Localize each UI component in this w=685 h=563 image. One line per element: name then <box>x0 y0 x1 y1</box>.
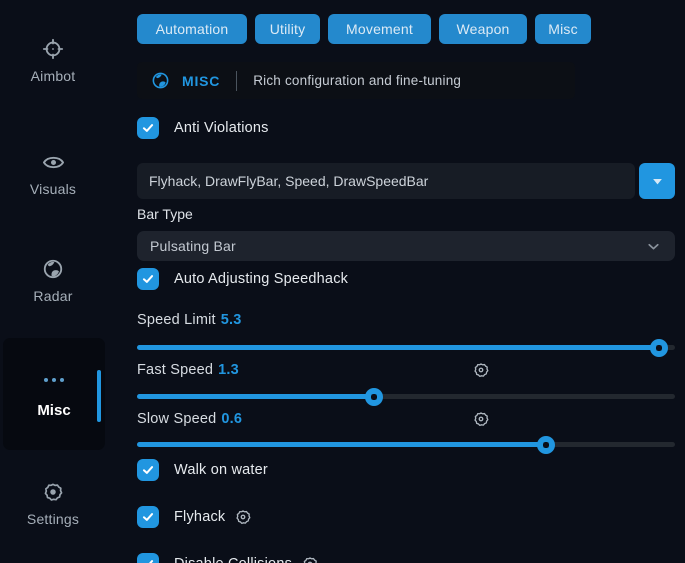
eye-icon <box>41 150 65 174</box>
tab-misc[interactable]: Misc <box>535 14 591 44</box>
bar-type-value: Pulsating Bar <box>150 238 236 254</box>
tab-automation[interactable]: Automation <box>137 14 247 44</box>
globe-icon <box>41 257 65 281</box>
gear-icon <box>41 480 65 504</box>
tab-bar: Automation Utility Movement Weapon Misc <box>137 14 591 44</box>
gear-icon[interactable] <box>235 509 251 525</box>
slow-speed-slider[interactable] <box>137 442 675 447</box>
app-window: Aimbot Visuals Radar <box>0 0 685 563</box>
checkbox-label: Walk on water <box>174 462 268 478</box>
slider-knob[interactable] <box>365 388 383 406</box>
chevron-down-icon <box>645 238 662 255</box>
checkbox-checked-icon[interactable] <box>137 506 159 528</box>
tab-utility[interactable]: Utility <box>255 14 320 44</box>
checkbox-walk-on-water[interactable]: Walk on water <box>137 459 268 481</box>
speed-limit-slider[interactable] <box>137 345 675 350</box>
content-panel: Automation Utility Movement Weapon Misc … <box>137 0 675 563</box>
gear-icon[interactable] <box>473 362 489 378</box>
fast-speed-label: Fast Speed1.3 <box>137 362 239 378</box>
checkbox-checked-icon[interactable] <box>137 553 159 563</box>
speed-limit-value: 5.3 <box>221 312 242 328</box>
multiselect-field[interactable]: Flyhack, DrawFlyBar, Speed, DrawSpeedBar <box>137 163 635 199</box>
crosshair-icon <box>41 37 65 61</box>
sidebar-item-label: Visuals <box>30 181 76 197</box>
sidebar-item-aimbot[interactable]: Aimbot <box>0 37 106 84</box>
checkbox-disable-collisions[interactable]: Disable Collisions <box>137 553 318 563</box>
divider <box>236 71 237 91</box>
ellipsis-icon <box>42 368 66 392</box>
triangle-down-icon <box>650 174 665 189</box>
section-title: MISC <box>182 73 220 89</box>
sidebar: Aimbot Visuals Radar <box>0 0 130 563</box>
sidebar-item-label: Radar <box>33 288 72 304</box>
globe-icon <box>151 71 170 90</box>
fast-speed-value: 1.3 <box>218 362 239 378</box>
sidebar-item-settings[interactable]: Settings <box>0 480 106 527</box>
speed-limit-label: Speed Limit5.3 <box>137 312 242 328</box>
bar-type-label: Bar Type <box>137 206 193 222</box>
slider-fill <box>137 442 546 447</box>
sidebar-item-misc[interactable]: Misc <box>3 338 105 450</box>
flag-multiselect: Flyhack, DrawFlyBar, Speed, DrawSpeedBar <box>137 163 675 199</box>
checkbox-label: Flyhack <box>174 509 225 525</box>
section-header: MISC Rich configuration and fine-tuning <box>137 62 575 99</box>
section-subtitle: Rich configuration and fine-tuning <box>253 73 461 88</box>
slider-knob[interactable] <box>537 436 555 454</box>
slider-fill <box>137 345 659 350</box>
sidebar-item-label: Settings <box>27 511 79 527</box>
checkbox-label: Disable Collisions <box>174 556 292 563</box>
multiselect-dropdown-button[interactable] <box>639 163 675 199</box>
checkbox-auto-adjusting-speedhack[interactable]: Auto Adjusting Speedhack <box>137 268 348 290</box>
sidebar-item-label: Misc <box>37 402 70 419</box>
slow-speed-label: Slow Speed0.6 <box>137 411 242 427</box>
checkbox-checked-icon[interactable] <box>137 268 159 290</box>
fast-speed-slider[interactable] <box>137 394 675 399</box>
gear-icon[interactable] <box>302 556 318 563</box>
checkbox-flyhack[interactable]: Flyhack <box>137 506 251 528</box>
slow-speed-value: 0.6 <box>221 411 242 427</box>
checkbox-label: Auto Adjusting Speedhack <box>174 271 348 287</box>
gear-icon[interactable] <box>473 411 489 427</box>
bar-type-select[interactable]: Pulsating Bar <box>137 231 675 261</box>
sidebar-item-radar[interactable]: Radar <box>0 257 106 304</box>
tab-movement[interactable]: Movement <box>328 14 431 44</box>
checkbox-anti-violations[interactable]: Anti Violations <box>137 117 269 139</box>
checkbox-checked-icon[interactable] <box>137 459 159 481</box>
sidebar-item-label: Aimbot <box>31 68 76 84</box>
sidebar-item-visuals[interactable]: Visuals <box>0 150 106 197</box>
slider-fill <box>137 394 374 399</box>
tab-weapon[interactable]: Weapon <box>439 14 527 44</box>
checkbox-checked-icon[interactable] <box>137 117 159 139</box>
slider-knob[interactable] <box>650 339 668 357</box>
checkbox-label: Anti Violations <box>174 120 269 136</box>
